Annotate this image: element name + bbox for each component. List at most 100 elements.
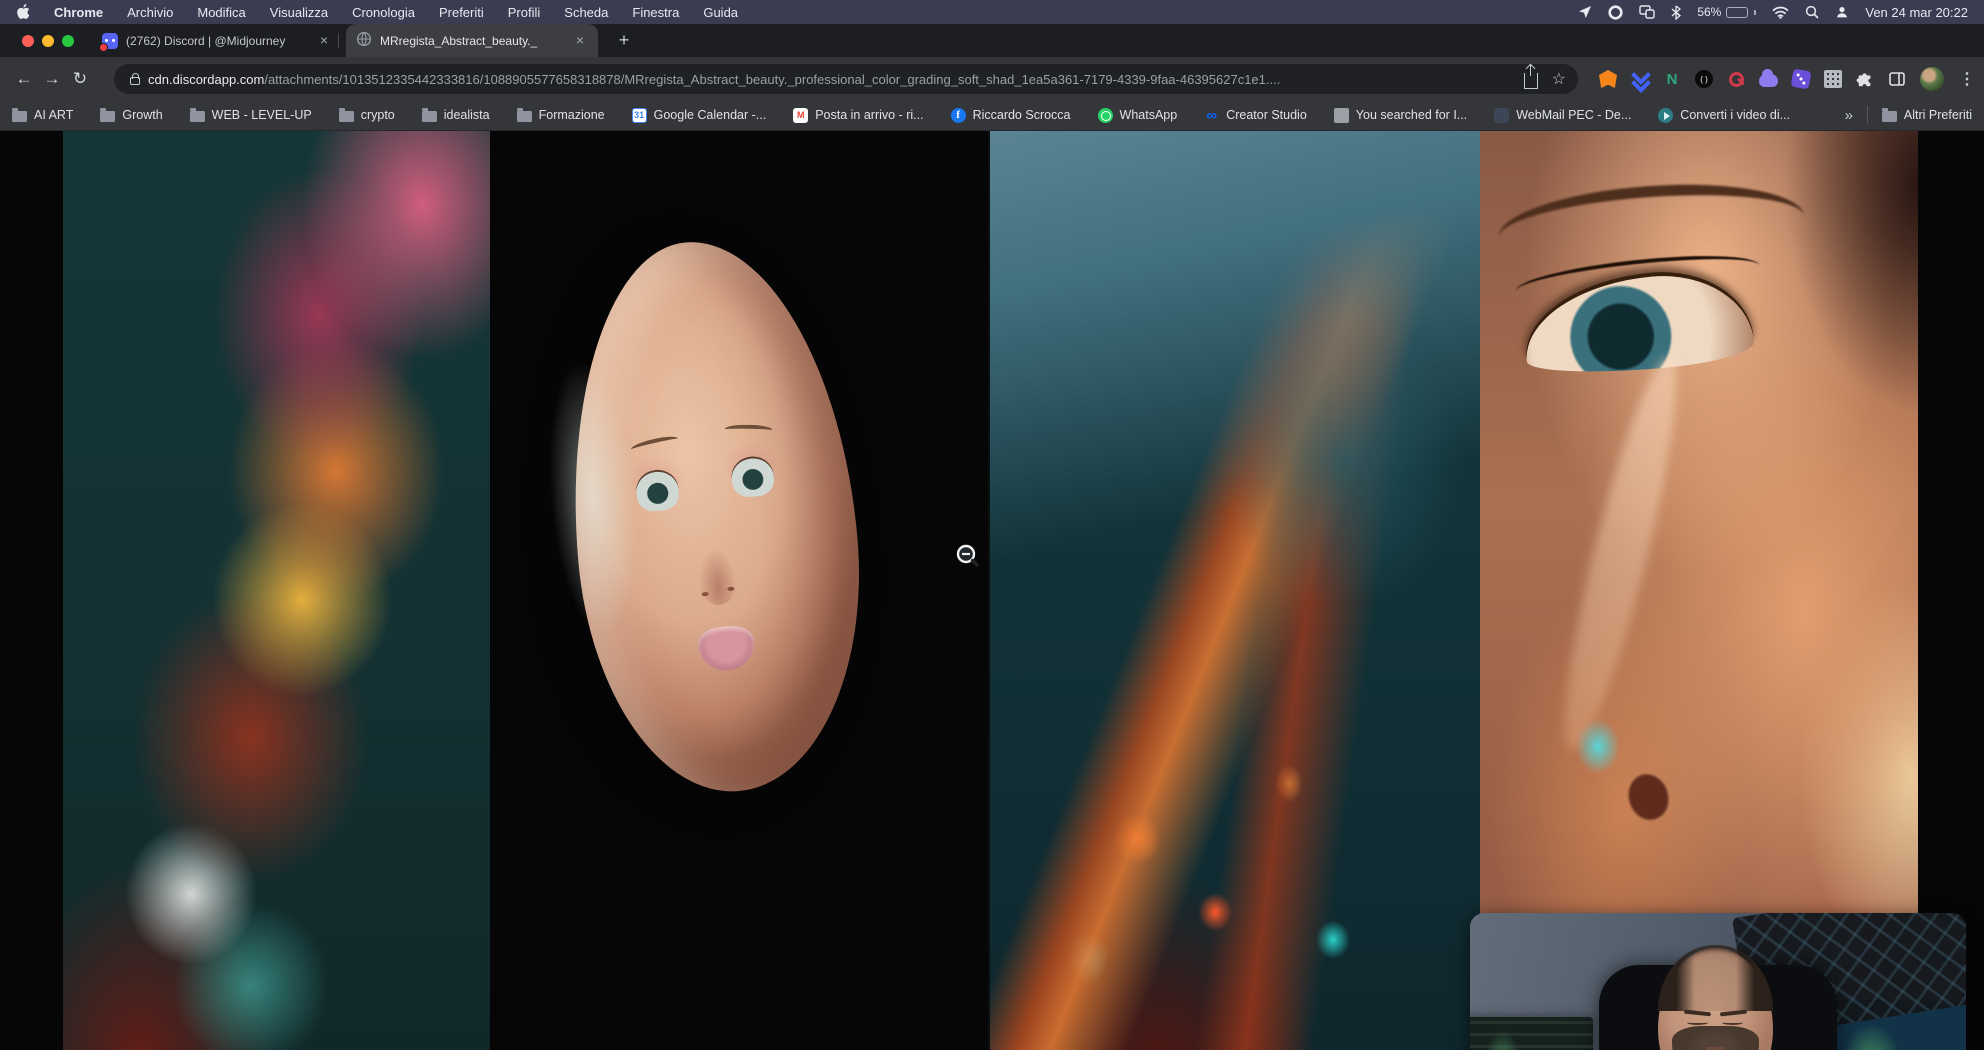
chrome-menu-icon[interactable]: ⋮ — [1958, 70, 1976, 88]
bluetooth-icon[interactable] — [1671, 5, 1681, 20]
bookmark-whatsapp[interactable]: WhatsApp — [1098, 108, 1178, 123]
profile-avatar[interactable] — [1920, 67, 1944, 91]
battery-indicator[interactable]: 56% — [1697, 5, 1756, 19]
menu-item-scheda[interactable]: Scheda — [564, 5, 608, 20]
calendar-icon: 31 — [632, 108, 647, 123]
divider — [1867, 106, 1868, 124]
window-minimize-button[interactable] — [42, 35, 54, 47]
bookmark-folder-idealista[interactable]: idealista — [422, 108, 490, 122]
menu-item-modifica[interactable]: Modifica — [197, 5, 245, 20]
screen: Chrome Archivio Modifica Visualizza Cron… — [0, 0, 1984, 1050]
menu-app-name[interactable]: Chrome — [54, 5, 103, 20]
menu-item-visualizza[interactable]: Visualizza — [270, 5, 328, 20]
location-icon[interactable] — [1578, 5, 1592, 19]
grid-extension-icon[interactable] — [1824, 70, 1842, 88]
menu-bar-status-area: 56% Ven 24 mar 20:22 — [1578, 5, 1968, 20]
spotlight-search-icon[interactable] — [1805, 5, 1819, 19]
metamask-extension-icon[interactable] — [1599, 70, 1617, 88]
globe-favicon — [356, 31, 372, 50]
folder-icon — [100, 111, 115, 122]
address-bar[interactable]: cdn.discordapp.com/attachments/101351233… — [114, 64, 1578, 94]
bookmark-gmail-inbox[interactable]: MPosta in arrivo - ri... — [793, 108, 923, 123]
zoom-out-cursor-icon — [955, 543, 981, 574]
bookmark-google-calendar[interactable]: 31Google Calendar -... — [632, 108, 767, 123]
tab-title: MRregista_Abstract_beauty._ — [380, 34, 564, 48]
forward-button[interactable]: → — [38, 65, 66, 93]
bookmark-converti-video[interactable]: Converti i video di... — [1658, 108, 1790, 123]
bookmark-facebook-profile[interactable]: fRiccardo Scrocca — [951, 108, 1071, 123]
tab-image-active[interactable]: MRregista_Abstract_beauty._ × — [346, 24, 598, 57]
purple-dice-extension-icon[interactable] — [1791, 69, 1812, 90]
bookmark-folder-ai-art[interactable]: AI ART — [12, 108, 73, 122]
battery-icon — [1726, 7, 1748, 18]
bookmark-folder-web-level-up[interactable]: WEB - LEVEL-UP — [190, 108, 312, 122]
facebook-icon: f — [951, 108, 966, 123]
video-icon — [1658, 108, 1673, 123]
menu-item-finestra[interactable]: Finestra — [632, 5, 679, 20]
folder-icon — [339, 111, 354, 122]
background-monitor-left — [1470, 1017, 1593, 1050]
bookmark-folder-crypto[interactable]: crypto — [339, 108, 395, 122]
screen-mirror-icon[interactable] — [1639, 5, 1655, 19]
red-key-extension-icon[interactable] — [1727, 70, 1745, 88]
folder-icon — [12, 111, 27, 122]
browser-toolbar: ← → ↻ cdn.discordapp.com/attachments/101… — [0, 57, 1984, 100]
bookmarks-bar: AI ART Growth WEB - LEVEL-UP crypto idea… — [0, 100, 1984, 131]
portrait-face — [552, 230, 879, 804]
bookmark-folder-formazione[interactable]: Formazione — [517, 108, 605, 122]
bookmarks-overflow-chevron[interactable]: » — [1845, 107, 1853, 124]
menu-item-profili[interactable]: Profili — [508, 5, 541, 20]
webmail-icon — [1494, 108, 1509, 123]
notification-badge — [99, 43, 108, 52]
webcam-overlay — [1470, 913, 1966, 1050]
apple-logo-icon[interactable] — [16, 4, 30, 20]
window-close-button[interactable] — [22, 35, 34, 47]
macos-menu-bar: Chrome Archivio Modifica Visualizza Cron… — [0, 0, 1984, 24]
folder-icon — [517, 111, 532, 122]
share-icon[interactable] — [1524, 73, 1538, 89]
lock-icon — [130, 77, 140, 85]
menu-item-archivio[interactable]: Archivio — [127, 5, 173, 20]
side-panel-icon[interactable] — [1888, 70, 1906, 88]
tab-discord[interactable]: (2762) Discord | @Midjourney × — [92, 24, 342, 57]
blue-chevrons-extension-icon[interactable] — [1631, 70, 1649, 88]
black-circle-extension-icon[interactable]: ( ) — [1695, 70, 1713, 88]
bookmark-folder-growth[interactable]: Growth — [100, 108, 162, 122]
portrait-lips — [697, 624, 757, 673]
reload-button[interactable]: ↻ — [66, 65, 94, 93]
purple-cloud-extension-icon[interactable] — [1759, 74, 1778, 87]
extensions-row: N ( ) ⋮ — [1599, 64, 1976, 94]
extensions-puzzle-icon[interactable] — [1856, 70, 1874, 88]
menu-item-preferiti[interactable]: Preferiti — [439, 5, 484, 20]
menu-bar-clock[interactable]: Ven 24 mar 20:22 — [1865, 5, 1968, 20]
url-domain: cdn.discordapp.com — [148, 72, 264, 87]
tab-close-icon[interactable]: × — [572, 33, 588, 49]
bookmark-webmail-pec[interactable]: WebMail PEC - De... — [1494, 108, 1631, 123]
user-switch-icon[interactable] — [1835, 5, 1849, 19]
meta-icon: ∞ — [1204, 108, 1219, 123]
image-panel-abstract-teal — [990, 131, 1480, 1050]
wifi-icon[interactable] — [1772, 6, 1789, 19]
new-tab-button[interactable]: + — [612, 29, 636, 53]
chrome-tab-strip: (2762) Discord | @Midjourney × MRregista… — [0, 24, 1984, 57]
window-zoom-button[interactable] — [62, 35, 74, 47]
record-circle-icon[interactable] — [1608, 5, 1623, 20]
url-text: cdn.discordapp.com/attachments/101351233… — [148, 72, 1514, 87]
page-icon — [1334, 108, 1349, 123]
tab-close-icon[interactable]: × — [316, 33, 332, 49]
green-n-extension-icon[interactable]: N — [1663, 70, 1681, 88]
bookmark-you-searched[interactable]: You searched for I... — [1334, 108, 1467, 123]
url-path: /attachments/1013512335442333816/1088905… — [264, 72, 1280, 87]
bookmark-star-icon[interactable]: ☆ — [1552, 69, 1566, 89]
bookmark-creator-studio[interactable]: ∞Creator Studio — [1204, 108, 1307, 123]
tab-title: (2762) Discord | @Midjourney — [126, 34, 308, 48]
menu-item-cronologia[interactable]: Cronologia — [352, 5, 415, 20]
menu-item-guida[interactable]: Guida — [703, 5, 738, 20]
battery-percent: 56% — [1697, 5, 1721, 19]
presenter-head — [1658, 948, 1772, 1050]
whatsapp-icon — [1098, 108, 1113, 123]
other-bookmarks-folder[interactable]: Altri Preferiti — [1882, 108, 1972, 122]
page-content: A TIRISIN — [0, 131, 1984, 1050]
back-button[interactable]: ← — [10, 65, 38, 93]
discord-favicon — [102, 33, 118, 49]
